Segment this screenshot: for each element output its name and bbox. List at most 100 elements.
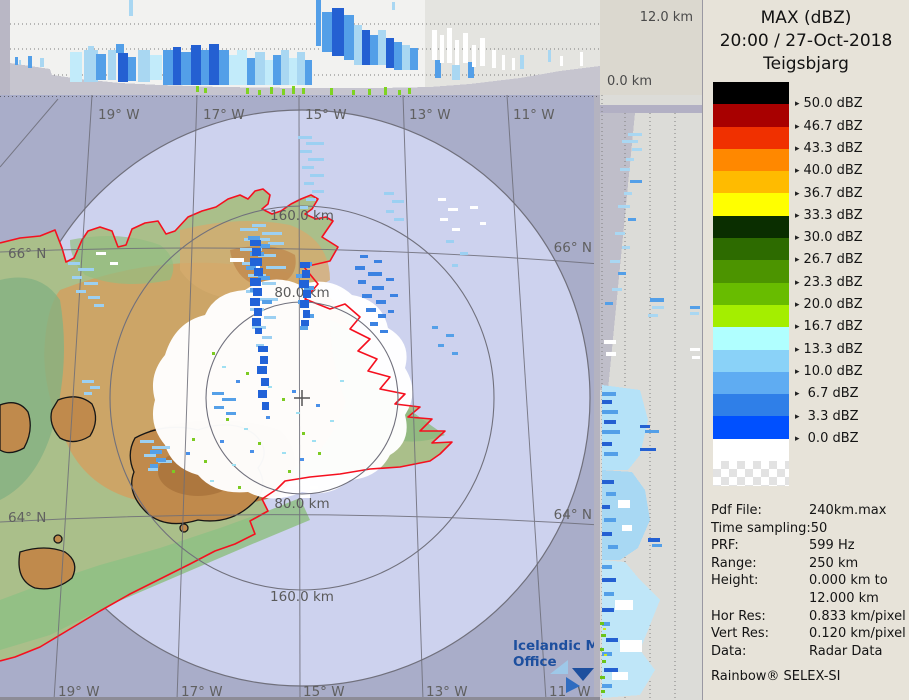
ring-label: 80.0 km <box>274 496 329 512</box>
dbz-scale-label: ▸ 43.3 dBZ <box>795 140 863 156</box>
metadata-row: Pdf File: 240km.max <box>703 502 909 520</box>
dbz-swatch <box>713 238 789 261</box>
metadata-value: 599 Hz <box>809 538 855 554</box>
metadata-row: Time sampling: 50 <box>703 520 909 538</box>
dbz-scale-label: ▸ 30.0 dBZ <box>795 230 863 246</box>
metadata-label: Pdf File: <box>711 503 762 518</box>
dbz-scale-label: ▸ 23.3 dBZ <box>795 274 863 290</box>
dbz-swatch <box>713 260 789 283</box>
dbz-scale-label: ▸ 6.7 dBZ <box>795 386 859 402</box>
metadata-label: Range: <box>711 555 757 571</box>
product-datetime: 20:00 / 27-Oct-2018 <box>719 31 893 51</box>
dbz-scale-label: ▸ 26.7 dBZ <box>795 252 863 268</box>
metadata-value: 0.000 km to <box>809 573 888 589</box>
panel-edge-strip <box>0 0 10 95</box>
dbz-swatch <box>713 148 789 172</box>
scale-tick-arrow-icon: ▸ <box>795 389 800 400</box>
scale-tick-arrow-icon: ▸ <box>795 255 800 266</box>
dbz-swatch-below-zero <box>713 438 789 461</box>
ns-cross-section-panel <box>600 95 702 700</box>
height-axis-max-label: 12.0 km <box>639 10 693 25</box>
imo-logo-text-1: Icelandic Met <box>513 638 600 654</box>
dbz-scale-label: ▸ 0.0 dBZ <box>795 430 859 446</box>
ew-cross-section-panel <box>0 0 600 95</box>
dbz-scale-label: ▸ 13.3 dBZ <box>795 341 863 357</box>
lon-label-top: 15° W <box>305 107 347 123</box>
dbz-scale-label: ▸ 10.0 dBZ <box>795 363 863 379</box>
metadata-row: PRF: 599 Hz <box>703 537 909 555</box>
dbz-scale-blocks <box>713 82 789 486</box>
ring-label: 160.0 km <box>270 208 334 224</box>
lon-label-top: 13° W <box>409 107 451 123</box>
dbz-swatch <box>713 193 789 216</box>
station-name: Teigsbjarg <box>763 54 849 74</box>
radar-map: 19° W 17° W 15° W 13° W 11° W 19° W 17° … <box>0 95 600 700</box>
scale-tick-arrow-icon: ▸ <box>795 188 800 199</box>
height-axis-min-label: 0.0 km <box>607 74 652 89</box>
legend-title: MAX (dBZ) 20:00 / 27-Oct-2018 Teigsbjarg <box>703 7 909 76</box>
dbz-scale-label: ▸ 3.3 dBZ <box>795 408 859 424</box>
scale-tick-arrow-icon: ▸ <box>795 143 800 154</box>
dbz-swatch <box>713 282 789 305</box>
radar-display-window: 12.0 km 0.0 km 19° W 17° W 15° W 13° W 1… <box>0 0 909 700</box>
dbz-swatch <box>713 349 789 372</box>
scale-tick-arrow-icon: ▸ <box>795 366 800 377</box>
dbz-swatch <box>713 394 789 417</box>
scale-tick-arrow-icon: ▸ <box>795 99 800 110</box>
scale-tick-arrow-icon: ▸ <box>795 344 800 355</box>
scale-tick-arrow-icon: ▸ <box>795 166 800 177</box>
metadata-label: Hor Res: <box>711 608 766 624</box>
scale-tick-arrow-icon: ▸ <box>795 121 800 132</box>
dbz-swatch <box>713 304 789 328</box>
dbz-swatch <box>713 171 789 194</box>
scale-tick-arrow-icon: ▸ <box>795 210 800 221</box>
metadata-value-line2: 12.000 km <box>809 590 879 606</box>
lat-label-right: 66° N <box>554 240 592 256</box>
dbz-scale-label: ▸ 16.7 dBZ <box>795 319 863 335</box>
lon-label-top: 11° W <box>513 107 555 123</box>
metadata-label: Data: <box>711 643 747 659</box>
panel-edge-strip <box>600 105 702 113</box>
dbz-color-scale: ▸ 50.0 dBZ ▸ 46.7 dBZ ▸ 43.3 dBZ ▸ 40.0 dBZ ▸ 36.… <box>703 82 909 492</box>
scale-tick-arrow-icon: ▸ <box>795 233 800 244</box>
lat-label-left: 66° N <box>8 246 46 262</box>
dbz-swatch <box>713 215 789 239</box>
dbz-swatch <box>713 416 789 439</box>
dbz-scale-label: ▸ 46.7 dBZ <box>795 118 863 134</box>
metadata-label: PRF: <box>711 538 739 554</box>
metadata-row: Hor Res: 0.833 km/pixel <box>703 608 909 626</box>
dbz-swatch <box>713 126 789 149</box>
dbz-swatch-transparent <box>713 460 789 486</box>
dbz-swatch <box>713 104 789 127</box>
product-metadata: Pdf File: 240km.max Time sampling: 50 PRF: 59… <box>703 502 909 660</box>
metadata-value: 240km.max <box>809 503 887 518</box>
metadata-label: Vert Res: <box>711 626 770 642</box>
metadata-label: Height: <box>711 573 759 589</box>
metadata-label: Time sampling: <box>711 520 811 536</box>
lon-label-top: 19° W <box>98 107 140 123</box>
metadata-value: 250 km <box>809 555 859 571</box>
metadata-row: Range: 250 km <box>703 555 909 573</box>
metadata-value: 0.120 km/pixel <box>809 626 906 642</box>
dbz-scale-label: ▸ 20.0 dBZ <box>795 297 863 312</box>
lat-label-right: 64° N <box>554 507 592 523</box>
metadata-row: Data: Radar Data <box>703 643 909 661</box>
dbz-swatch <box>713 327 789 350</box>
lat-label-left: 64° N <box>8 510 46 526</box>
scale-tick-arrow-icon: ▸ <box>795 411 800 422</box>
dbz-scale-label: ▸ 36.7 dBZ <box>795 185 863 201</box>
scale-tick-arrow-icon: ▸ <box>795 322 800 333</box>
dbz-swatch <box>713 371 789 395</box>
dbz-swatch <box>713 82 789 105</box>
scale-tick-arrow-icon: ▸ <box>795 277 800 288</box>
metadata-value: 50 <box>810 520 828 536</box>
dbz-scale-label: ▸ 50.0 dBZ <box>795 96 863 112</box>
metadata-row: Vert Res: 0.120 km/pixel <box>703 625 909 643</box>
dbz-scale-label: ▸ 40.0 dBZ <box>795 163 863 179</box>
lon-label-top: 17° W <box>203 107 245 123</box>
height-axis-box: 12.0 km 0.0 km <box>600 0 702 95</box>
scale-tick-arrow-icon: ▸ <box>795 300 800 310</box>
scale-tick-arrow-icon: ▸ <box>795 433 800 444</box>
legend-panel: MAX (dBZ) 20:00 / 27-Oct-2018 Teigsbjarg… <box>702 0 909 700</box>
metadata-row: Height: 0.000 km to <box>703 572 909 590</box>
